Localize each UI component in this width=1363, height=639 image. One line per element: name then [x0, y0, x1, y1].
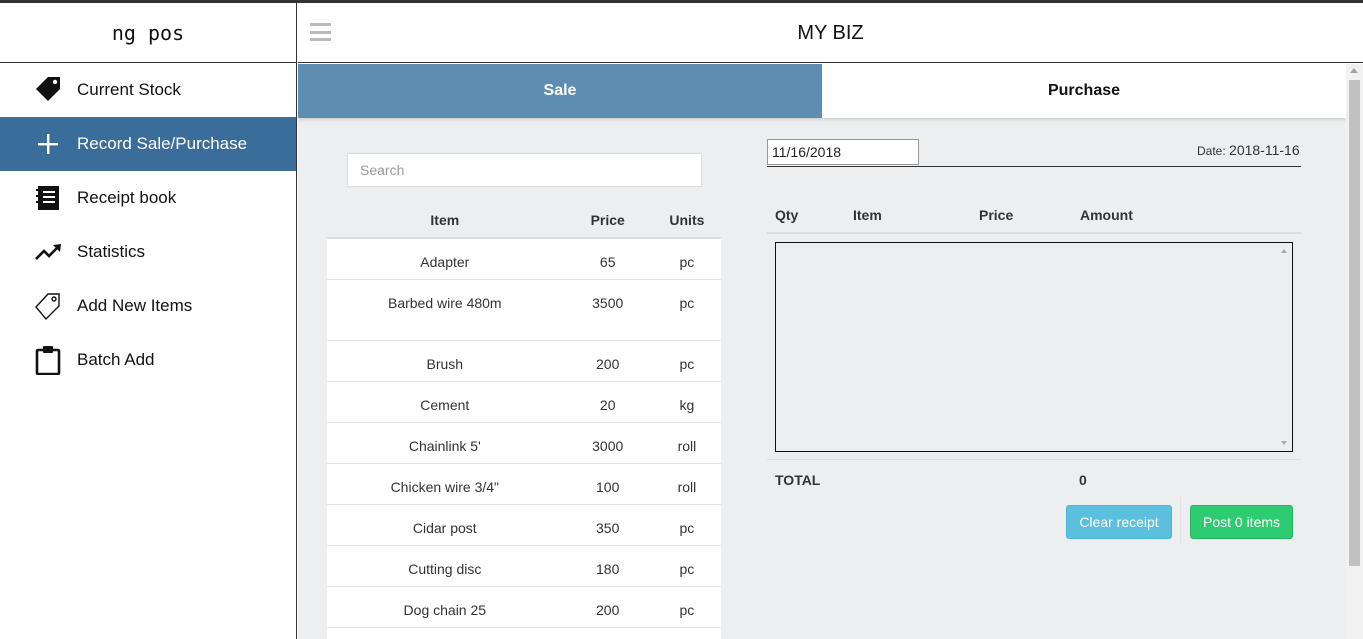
item-price-cell: 200 [562, 339, 653, 381]
item-units-cell: pc [652, 278, 721, 340]
item-units-cell: pc [652, 585, 721, 627]
tag-outline-icon [33, 291, 63, 321]
clipboard-icon [33, 345, 63, 375]
item-price-cell: 3500 [562, 278, 653, 340]
app-title: MY BIZ [797, 22, 864, 44]
table-row[interactable]: Dog chain 25 200 pc [327, 585, 721, 627]
tag-icon [33, 75, 63, 105]
scroll-down-icon[interactable] [1281, 441, 1287, 445]
scroll-up-icon[interactable] [1281, 249, 1287, 253]
receipt-items-list[interactable] [775, 242, 1293, 452]
book-icon [33, 183, 63, 213]
item-price-cell: 180 [562, 544, 653, 586]
scroll-up-icon[interactable] [1350, 68, 1358, 73]
item-name-cell: Chicken wire 3/4" [327, 462, 563, 504]
receipt-date: Date: 2018-11-16 [1197, 142, 1300, 158]
trending-up-icon [33, 237, 63, 267]
item-name-cell [327, 626, 563, 639]
divider [767, 166, 1301, 167]
clear-receipt-button[interactable]: Clear receipt [1066, 505, 1172, 539]
item-units-cell: roll [652, 462, 721, 504]
brand-logo[interactable]: ng pos [0, 3, 296, 63]
item-name-cell: Cidar post [327, 503, 563, 545]
item-name-cell: Cement [327, 380, 563, 422]
sidebar-item-label: Batch Add [77, 350, 155, 369]
divider [767, 459, 1301, 460]
tab-sale[interactable]: Sale [298, 64, 822, 118]
table-row[interactable]: Chicken wire 3/4" 100 roll [327, 462, 721, 504]
table-row[interactable]: Adapter 65 pc [327, 237, 721, 279]
item-units-cell: roll [652, 421, 721, 463]
table-header-row: Item Price Units [327, 202, 721, 239]
top-header: MY BIZ [298, 3, 1363, 63]
search-input[interactable] [347, 153, 702, 187]
total-value: 0 [1079, 472, 1087, 488]
item-name-cell: Adapter [327, 237, 563, 279]
item-price-cell: 20 [562, 380, 653, 422]
sidebar-item-receipt-book[interactable]: Receipt book [0, 171, 296, 225]
sale-purchase-tabs: Sale Purchase [298, 64, 1346, 118]
item-units-cell: pc [652, 544, 721, 586]
sidebar-item-current-stock[interactable]: Current Stock [0, 63, 296, 117]
date-input[interactable] [767, 139, 919, 165]
table-row[interactable]: Barbed wire 480m 3500 pc [327, 278, 721, 340]
sidebar-item-label: Record Sale/Purchase [77, 134, 248, 153]
post-items-button[interactable]: Post 0 items [1190, 505, 1293, 539]
receipt-header-qty: Qty [775, 207, 799, 223]
items-table: Item Price Units Adapter 65 pc Barbed wi… [327, 202, 721, 639]
item-price-cell [562, 626, 653, 639]
sidebar-item-batch-add[interactable]: Batch Add [0, 333, 296, 387]
sidebar-item-add-new-items[interactable]: Add New Items [0, 279, 296, 333]
sidebar-item-statistics[interactable]: Statistics [0, 225, 296, 279]
sidebar-item-label: Add New Items [77, 296, 193, 315]
sidebar: ng pos Current Stock Record Sale/Purchas… [0, 3, 297, 639]
receipt-header-item: Item [853, 207, 882, 223]
total-label: TOTAL [775, 472, 821, 488]
column-header-units: Units [652, 202, 721, 239]
page-scrollbar[interactable] [1346, 64, 1363, 639]
item-price-cell: 200 [562, 585, 653, 627]
receipt-date-label: Date: [1197, 144, 1226, 158]
item-name-cell: Dog chain 25 [327, 585, 563, 627]
menu-icon[interactable] [310, 23, 331, 41]
receipt-header-amount: Amount [1080, 207, 1133, 223]
item-units-cell: pc [652, 237, 721, 279]
table-row[interactable] [327, 626, 721, 639]
tab-purchase[interactable]: Purchase [822, 64, 1346, 118]
table-row[interactable]: Chainlink 5' 3000 roll [327, 421, 721, 463]
sidebar-item-label: Statistics [77, 242, 146, 261]
column-header-price: Price [562, 202, 653, 239]
item-name-cell: Barbed wire 480m [327, 278, 563, 340]
scrollbar-thumb[interactable] [1349, 80, 1360, 566]
sidebar-item-label: Current Stock [77, 80, 181, 99]
item-units-cell: kg [652, 380, 721, 422]
table-row[interactable]: Cement 20 kg [327, 380, 721, 422]
sidebar-item-record-sale-purchase[interactable]: Record Sale/Purchase [0, 117, 296, 171]
item-units-cell: pc [652, 339, 721, 381]
table-row[interactable]: Cutting disc 180 pc [327, 544, 721, 586]
main-content: Sale Purchase Item Price Units Adapter 6… [298, 64, 1346, 639]
item-price-cell: 3000 [562, 421, 653, 463]
divider [767, 232, 1301, 234]
item-price-cell: 100 [562, 462, 653, 504]
table-row[interactable]: Brush 200 pc [327, 339, 721, 381]
receipt-date-value: 2018-11-16 [1229, 142, 1300, 158]
sidebar-item-label: Receipt book [77, 188, 177, 207]
item-name-cell: Cutting disc [327, 544, 563, 586]
item-name-cell: Chainlink 5' [327, 421, 563, 463]
table-row[interactable]: Cidar post 350 pc [327, 503, 721, 545]
divider [1180, 497, 1181, 545]
item-units-cell [652, 626, 721, 639]
item-units-cell: pc [652, 503, 721, 545]
column-header-item: Item [327, 202, 563, 239]
item-name-cell: Brush [327, 339, 563, 381]
item-price-cell: 350 [562, 503, 653, 545]
plus-icon [33, 129, 63, 159]
item-price-cell: 65 [562, 237, 653, 279]
receipt-header-price: Price [979, 207, 1014, 223]
